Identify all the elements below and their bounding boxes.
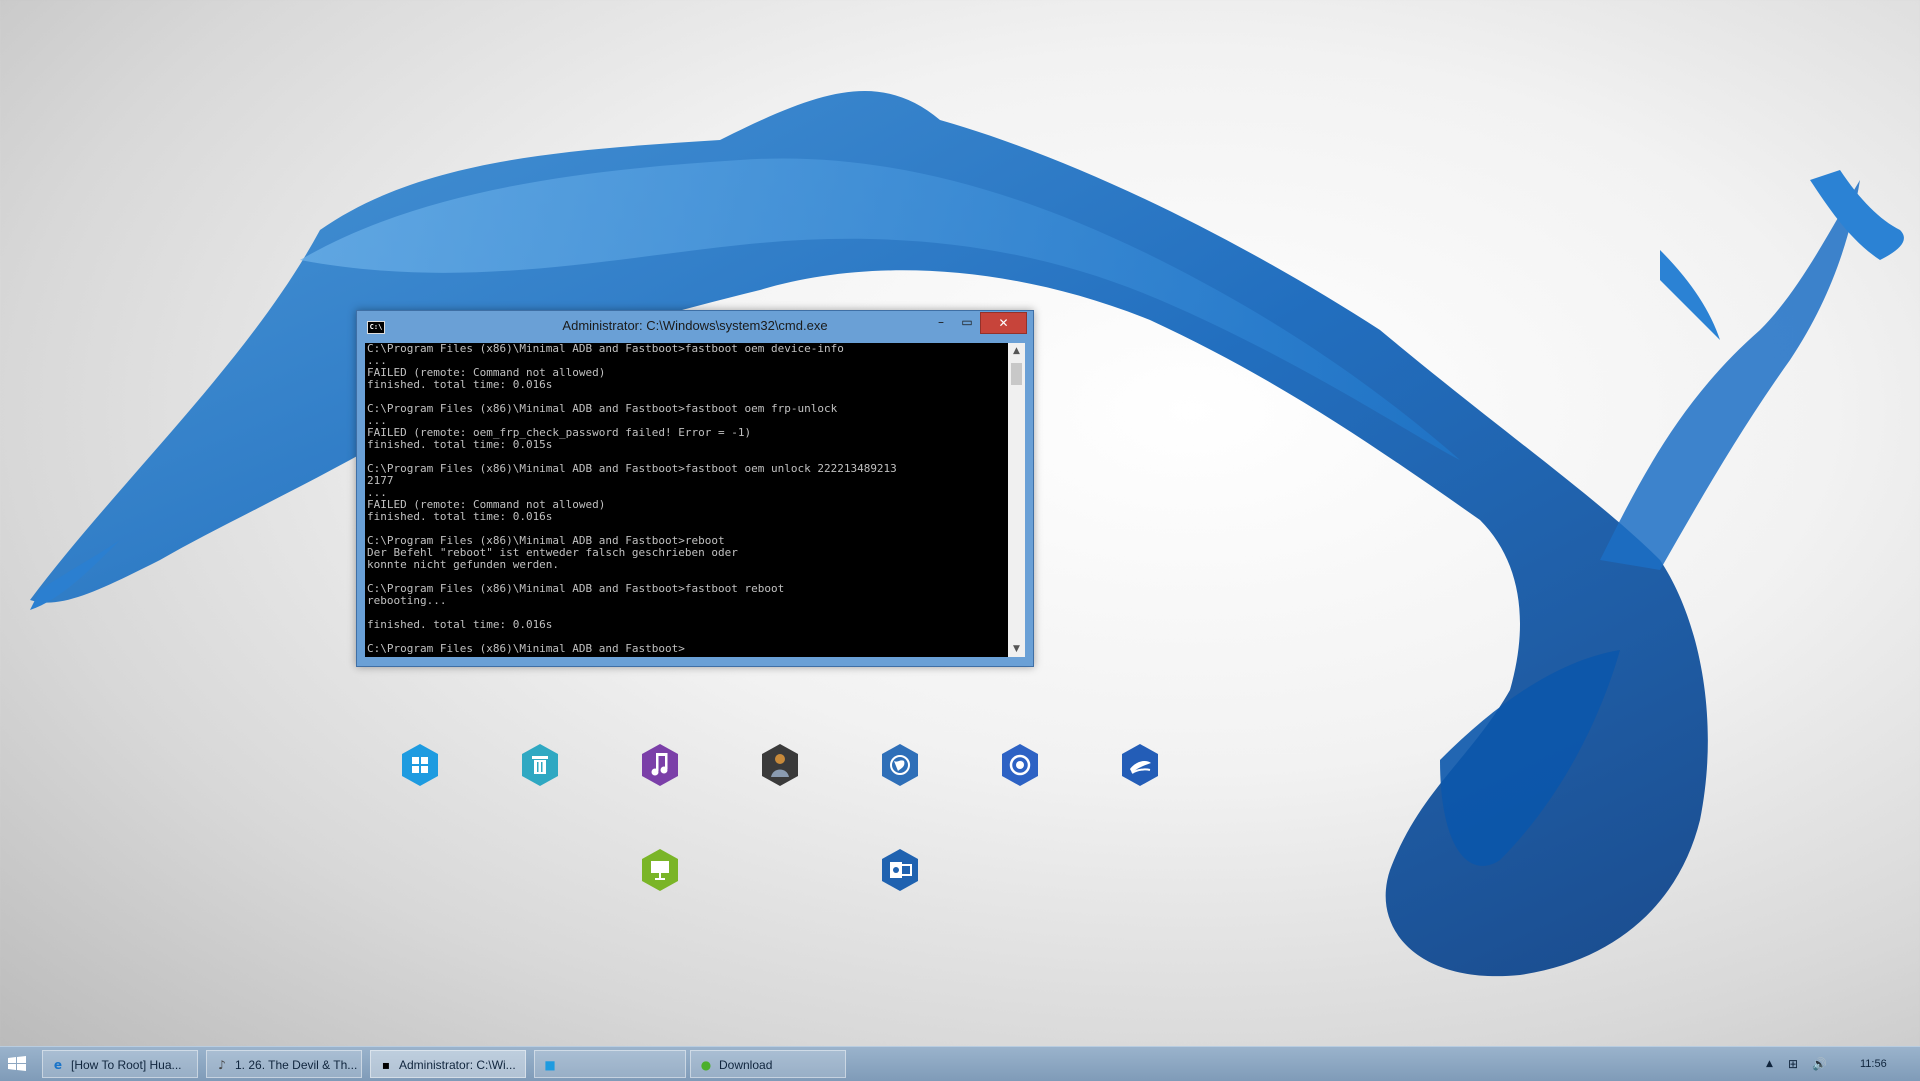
taskbar-item-media-player[interactable]: ♪ 1. 26. The Devil & Th... [206, 1050, 362, 1078]
earth-app-icon[interactable] [1120, 743, 1160, 787]
console-line: C:\Program Files (x86)\Minimal ADB and F… [367, 343, 844, 355]
cmd-titlebar[interactable]: C:\ Administrator: C:\Windows\system32\c… [357, 311, 1033, 341]
close-button[interactable]: ✕ [980, 312, 1027, 334]
volume-icon[interactable]: 🔊 [1812, 1047, 1827, 1081]
taskbar-item-label: Download [719, 1058, 773, 1072]
chrome-browser-icon[interactable] [1000, 743, 1040, 787]
ie-icon: e [53, 1058, 63, 1072]
music-icon[interactable] [640, 743, 680, 787]
app-icon: ■ [544, 1058, 556, 1072]
cmd-window[interactable]: C:\ Administrator: C:\Windows\system32\c… [356, 310, 1034, 667]
presentation-icon[interactable] [640, 848, 680, 892]
game-character-icon[interactable] [760, 743, 800, 787]
console-line: finished. total time: 0.015s [367, 438, 553, 451]
taskbar: e [How To Root] Hua... ♪ 1. 26. The Devi… [0, 1046, 1920, 1081]
scroll-up-arrow-icon[interactable]: ▲ [1008, 343, 1025, 359]
start-button[interactable] [6, 1055, 28, 1073]
clock[interactable]: 11:56 [1860, 1047, 1887, 1081]
console-line: finished. total time: 0.016s [367, 378, 553, 391]
taskbar-item-label: [How To Root] Hua... [71, 1058, 182, 1072]
taskbar-item-label: 1. 26. The Devil & Th... [235, 1058, 357, 1072]
console-line: 2177 [367, 474, 394, 487]
windows-logo-icon [8, 1056, 26, 1071]
minimize-button[interactable]: – [928, 312, 954, 332]
scroll-down-arrow-icon[interactable]: ▼ [1008, 641, 1025, 657]
console-output[interactable]: C:\Program Files (x86)\Minimal ADB and F… [365, 343, 1008, 657]
console-line: C:\Program Files (x86)\Minimal ADB and F… [367, 462, 897, 475]
scroll-thumb[interactable] [1011, 363, 1022, 385]
taskbar-item-browser[interactable]: e [How To Root] Hua... [42, 1050, 198, 1078]
console-line: konnte nicht gefunden werden. [367, 558, 560, 571]
console-line: rebooting... [367, 594, 447, 607]
console-line: finished. total time: 0.016s [367, 618, 553, 631]
taskbar-item-download[interactable]: ● Download [690, 1050, 846, 1078]
windows-store-icon[interactable] [400, 743, 440, 787]
taskbar-item-label: Administrator: C:\Wi... [399, 1058, 516, 1072]
console-line: finished. total time: 0.016s [367, 510, 553, 523]
media-player-icon: ♪ [218, 1058, 226, 1072]
maximize-button[interactable]: ▭ [954, 312, 980, 332]
globe-network-icon[interactable] [880, 743, 920, 787]
cmd-icon: ▪ [381, 1058, 391, 1072]
show-hidden-icons-chevron-icon[interactable]: ▲ [1766, 1047, 1773, 1081]
console-scrollbar[interactable]: ▲ ▼ [1008, 343, 1025, 657]
recycle-bin-icon[interactable] [520, 743, 560, 787]
taskbar-item-cmd[interactable]: ▪ Administrator: C:\Wi... [370, 1050, 526, 1078]
console-line: C:\Program Files (x86)\Minimal ADB and F… [367, 402, 838, 415]
download-icon: ● [700, 1058, 712, 1072]
outlook-icon[interactable] [880, 848, 920, 892]
taskbar-item-app[interactable]: ■ [534, 1050, 686, 1078]
console-line: C:\Program Files (x86)\Minimal ADB and F… [367, 582, 785, 595]
network-icon[interactable]: ⊞ [1788, 1047, 1798, 1081]
console-prompt-line[interactable]: C:\Program Files (x86)\Minimal ADB and F… [365, 643, 1008, 655]
